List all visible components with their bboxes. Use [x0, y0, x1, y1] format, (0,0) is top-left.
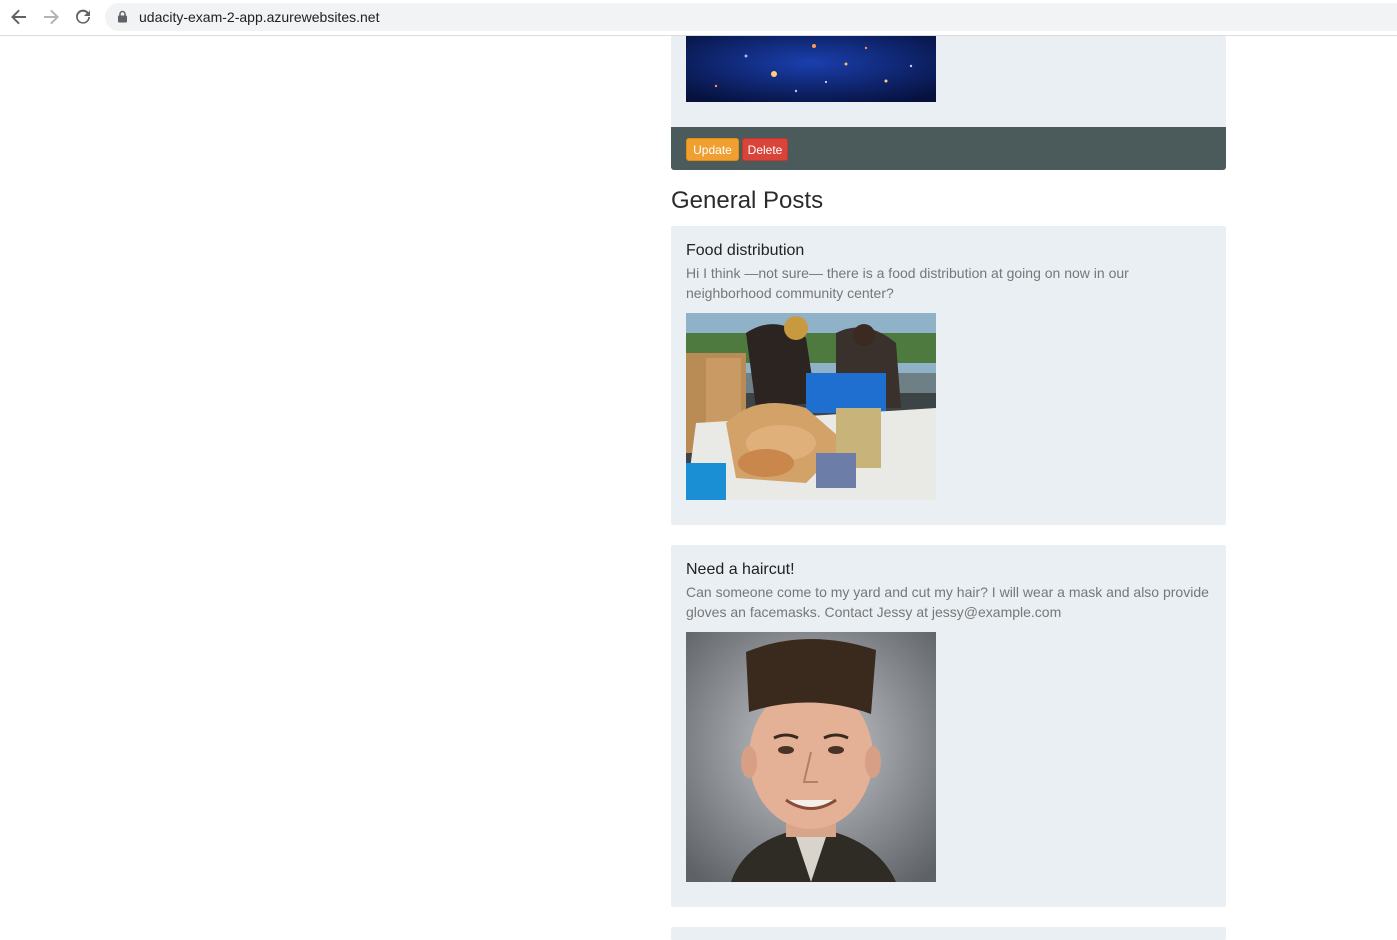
url-text: udacity-exam-2-app.azurewebsites.net [139, 9, 380, 25]
reload-button[interactable] [71, 6, 95, 28]
reload-icon [76, 9, 90, 24]
post-title: Need a haircut! [686, 561, 795, 578]
post-image-haircut [686, 632, 936, 882]
address-bar[interactable]: udacity-exam-2-app.azurewebsites.net [105, 3, 1397, 31]
update-button[interactable]: Update [686, 138, 739, 161]
arrow-right-icon [44, 9, 59, 25]
section-title: General Posts [671, 187, 824, 214]
lock-icon [118, 10, 127, 23]
back-button[interactable] [7, 6, 31, 28]
browser-toolbar: udacity-exam-2-app.azurewebsites.net [0, 0, 1397, 36]
post-card: Food distribution Hi I think —not sure— … [671, 226, 1226, 525]
post-card-top-actions: Update Delete [671, 127, 1226, 170]
post-card-top [671, 36, 1226, 127]
delete-button[interactable]: Delete [742, 138, 788, 161]
post-title: Food distribution [686, 242, 805, 259]
post-image-food [686, 313, 936, 500]
post-image-space [686, 36, 936, 102]
forward-button[interactable] [39, 6, 63, 28]
post-card-next [671, 927, 1226, 940]
post-card: Need a haircut! Can someone come to my y… [671, 545, 1226, 907]
post-body: Can someone come to my yard and cut my h… [686, 584, 1209, 620]
post-body: Hi I think —not sure— there is a food di… [686, 265, 1129, 301]
arrow-left-icon [11, 9, 26, 25]
